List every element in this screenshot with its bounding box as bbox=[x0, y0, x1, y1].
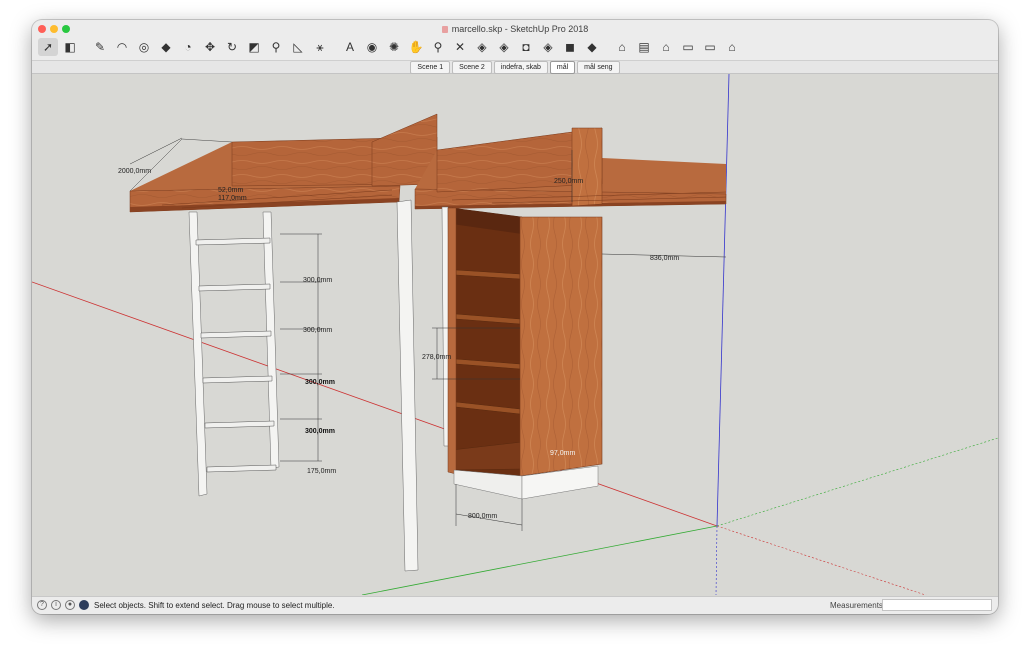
dim-rung-2: 300,0mm bbox=[303, 327, 332, 334]
green-axis-dotted bbox=[716, 437, 998, 527]
offset-tool-icon[interactable]: ◔ bbox=[178, 38, 198, 56]
select-tool-icon[interactable]: ➚ bbox=[38, 38, 58, 56]
tab-indefra-skab[interactable]: indefra, skab bbox=[493, 60, 548, 74]
blue-axis bbox=[716, 74, 730, 527]
left-view-icon[interactable]: ⌂ bbox=[722, 38, 742, 56]
dim-overhang: 836,0mm bbox=[650, 255, 679, 262]
dim-small-b: 117,0mm bbox=[218, 195, 247, 202]
dim-rung-4: 300,0mm bbox=[305, 428, 335, 435]
dim-shelf-gap: 278,0mm bbox=[422, 354, 451, 361]
rotate-tool-icon[interactable]: ↻ bbox=[222, 38, 242, 56]
dim-rung-3: 300,0mm bbox=[305, 379, 335, 386]
main-toolbar: ➚ ◧ ✎ ◠ ◎ ◆ ◔ ✥ ↻ ◩ ⚲ ◺ ⚹ A ◉ ✺ ✋ ⚲ ✕ ◈ ◈ ◘ ◈ ◼ ◆ ⌂ ▤ ⌂ ▭ ▭ ⌂ bbox=[38, 37, 742, 57]
red-axis-dotted bbox=[716, 525, 927, 595]
tab-mal-seng[interactable]: mål seng bbox=[577, 60, 620, 74]
bed-post bbox=[396, 199, 419, 572]
credits-icon[interactable]: i bbox=[51, 600, 61, 610]
status-message: Select objects. Shift to extend select. … bbox=[94, 601, 335, 610]
red-axis bbox=[32, 281, 718, 527]
blue-axis-dotted bbox=[715, 525, 718, 595]
arc-tool-icon[interactable]: ◠ bbox=[112, 38, 132, 56]
title-bar: marcello.skp - SketchUp Pro 2018 ➚ ◧ ✎ ◠ ◎ ◆ ◔… bbox=[32, 20, 998, 61]
right-view-icon[interactable]: ▭ bbox=[678, 38, 698, 56]
back-view-icon[interactable]: ▭ bbox=[700, 38, 720, 56]
push-pull-tool-icon[interactable]: ◆ bbox=[156, 38, 176, 56]
measurements-label: Measurements bbox=[830, 601, 883, 610]
shape-tool-icon[interactable]: ◎ bbox=[134, 38, 154, 56]
eraser-tool-icon[interactable]: ◧ bbox=[60, 38, 80, 56]
scale-tool-icon[interactable]: ◩ bbox=[244, 38, 264, 56]
right-loft-bed bbox=[414, 127, 727, 210]
dim-rung-1: 300,0mm bbox=[303, 277, 332, 284]
document-icon bbox=[441, 26, 448, 33]
extension-warehouse-tool-icon[interactable]: ◘ bbox=[516, 38, 536, 56]
text-tool-icon[interactable]: A bbox=[340, 38, 360, 56]
model-viewport[interactable]: 2000,0mm 52,0mm 117,0mm 300,0mm 300,0mm … bbox=[32, 74, 998, 595]
model-drawing: 2000,0mm 52,0mm 117,0mm 300,0mm 300,0mm … bbox=[32, 74, 998, 595]
measurements-input[interactable] bbox=[882, 599, 992, 611]
left-loft-bed bbox=[129, 113, 438, 213]
styles-tool-icon[interactable]: ◆ bbox=[582, 38, 602, 56]
scene-tabs: Scene 1 Scene 2 indefra, skab mål mål se… bbox=[32, 60, 998, 74]
dim-ladder-bottom: 175,0mm bbox=[307, 468, 336, 475]
ladder-dimensions bbox=[280, 233, 322, 462]
move-tool-icon[interactable]: ✥ bbox=[200, 38, 220, 56]
help-icon[interactable] bbox=[79, 600, 89, 610]
dim-small-a: 52,0mm bbox=[218, 187, 243, 194]
dim-cabinet-width: 800,0mm bbox=[468, 513, 497, 520]
axes-tool-icon[interactable]: ⚹ bbox=[310, 38, 330, 56]
dim-plinth: 97,0mm bbox=[550, 450, 575, 457]
user-account-icon[interactable]: ● bbox=[65, 600, 75, 610]
geo-location-icon[interactable]: ? bbox=[37, 600, 47, 610]
extension-manager-tool-icon[interactable]: ◼ bbox=[560, 38, 580, 56]
protractor-tool-icon[interactable]: ◺ bbox=[288, 38, 308, 56]
dim-rail-height: 250,0mm bbox=[554, 178, 583, 185]
line-tool-icon[interactable]: ✎ bbox=[90, 38, 110, 56]
window-title: marcello.skp - SketchUp Pro 2018 bbox=[32, 24, 998, 34]
zoom-tool-icon[interactable]: ⚲ bbox=[428, 38, 448, 56]
orbit-tool-icon[interactable]: ✺ bbox=[384, 38, 404, 56]
front-view-icon[interactable]: ⌂ bbox=[656, 38, 676, 56]
sketchup-window: marcello.skp - SketchUp Pro 2018 ➚ ◧ ✎ ◠ ◎ ◆ ◔… bbox=[32, 20, 998, 614]
pan-tool-icon[interactable]: ✋ bbox=[406, 38, 426, 56]
shelf-cabinet bbox=[447, 207, 603, 500]
warehouse-tool-icon[interactable]: ◈ bbox=[472, 38, 492, 56]
status-bar: ? i ● Select objects. Shift to extend se… bbox=[32, 596, 998, 614]
dim-bed-width: 2000,0mm bbox=[118, 168, 151, 175]
tab-scene-2[interactable]: Scene 2 bbox=[452, 60, 492, 74]
share-model-tool-icon[interactable]: ◈ bbox=[494, 38, 514, 56]
tab-scene-1[interactable]: Scene 1 bbox=[410, 60, 451, 74]
paint-bucket-tool-icon[interactable]: ◉ bbox=[362, 38, 382, 56]
tape-measure-tool-icon[interactable]: ⚲ bbox=[266, 38, 286, 56]
top-view-icon[interactable]: ▤ bbox=[634, 38, 654, 56]
zoom-extents-tool-icon[interactable]: ✕ bbox=[450, 38, 470, 56]
layout-tool-icon[interactable]: ◈ bbox=[538, 38, 558, 56]
tab-mal[interactable]: mål bbox=[549, 60, 576, 74]
iso-view-icon[interactable]: ⌂ bbox=[612, 38, 632, 56]
